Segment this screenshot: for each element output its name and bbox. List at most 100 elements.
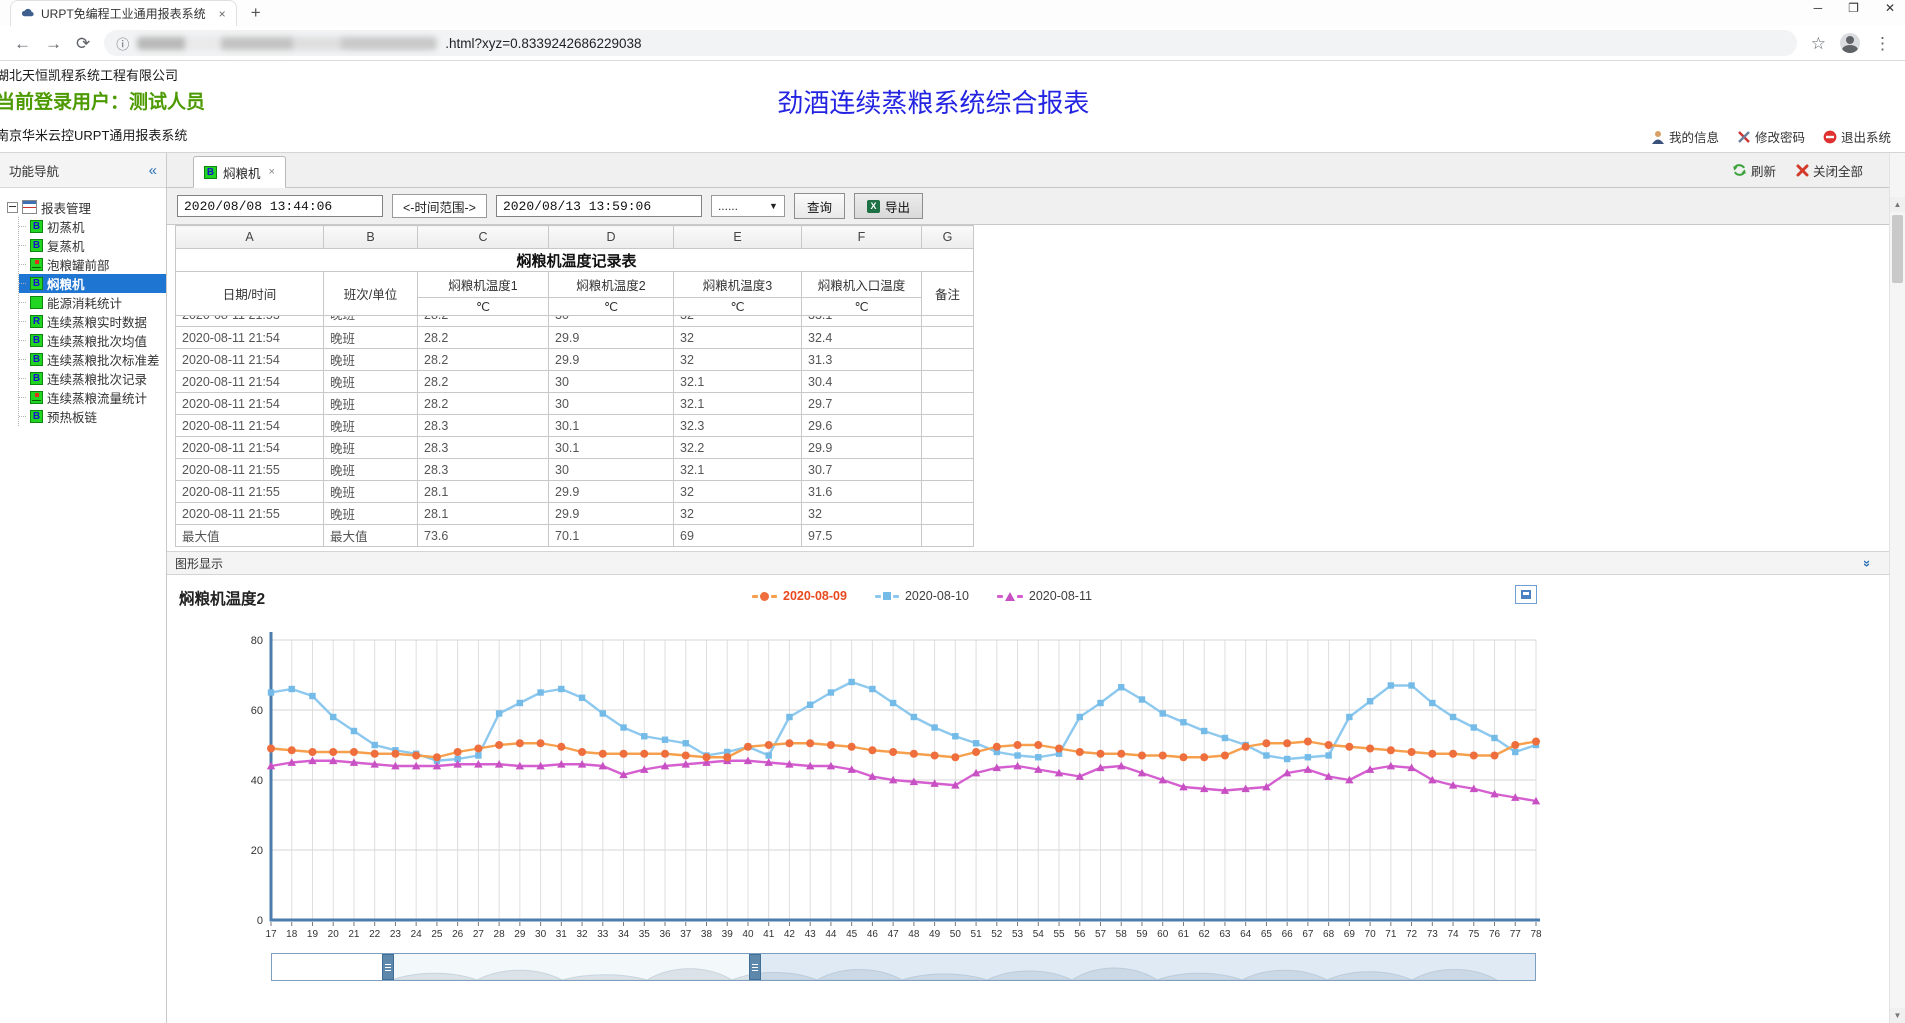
reload-button[interactable]: ⟳ xyxy=(76,35,90,52)
sidebar-item-连续蒸粮批次均值[interactable]: B连续蒸粮批次均值 xyxy=(19,331,166,350)
tab-close-icon[interactable]: × xyxy=(219,7,226,21)
start-time-input[interactable] xyxy=(177,195,383,217)
export-label: 导出 xyxy=(885,197,910,216)
nav-tree: 报表管理 B初蒸机B复蒸机泡粮罐前部B焖粮机能源消耗统计R连续蒸粮实时数据B连续… xyxy=(0,188,166,426)
report-folder-icon xyxy=(22,200,37,214)
table-cell: 32 xyxy=(674,503,802,525)
legend-item-2020-08-09[interactable]: 2020-08-09 xyxy=(752,589,847,603)
query-button[interactable]: 查询 xyxy=(794,193,845,219)
table-cell: 28.3 xyxy=(418,437,549,459)
tree-connector xyxy=(19,264,26,265)
tree-expander-icon[interactable] xyxy=(7,202,18,213)
filter-select[interactable]: ...... ▼ xyxy=(711,195,785,217)
logout-button[interactable]: 退出系统 xyxy=(1823,127,1891,146)
table-cell: 2020-08-11 21:54 xyxy=(176,327,324,349)
address-bar[interactable]: ⓘ .html?xyz=0.8339242686229038 xyxy=(104,30,1797,56)
navigator-selected-range[interactable] xyxy=(272,954,388,980)
scrollbar-up-button[interactable]: ▲ xyxy=(1890,197,1905,212)
table-cell: 32 xyxy=(674,481,802,503)
browser-menu-icon[interactable]: ⋮ xyxy=(1874,35,1891,52)
table-header-row: 日期/时间班次/单位焖粮机温度1焖粮机温度2焖粮机温度3焖粮机入口温度备注 xyxy=(176,272,974,298)
browser-tab[interactable]: URPT免编程工业通用报表系统 × xyxy=(10,0,237,26)
chart-navigator[interactable] xyxy=(271,953,1536,981)
sidebar-item-连续蒸粮实时数据[interactable]: R连续蒸粮实时数据 xyxy=(19,312,166,331)
legend-item-2020-08-10[interactable]: 2020-08-10 xyxy=(875,589,969,603)
table-cell xyxy=(922,525,974,547)
table-cell: 28.1 xyxy=(418,503,549,525)
back-button[interactable]: ← xyxy=(14,35,31,52)
change-password-button[interactable]: 修改密码 xyxy=(1737,127,1805,146)
sidebar-item-连续蒸粮流量统计[interactable]: 连续蒸粮流量统计 xyxy=(19,388,166,407)
window-minimize-button[interactable]: ─ xyxy=(1814,1,1823,15)
scrollbar-down-button[interactable]: ▼ xyxy=(1890,1008,1905,1023)
report-r-icon: R xyxy=(30,315,43,328)
sidebar-item-焖粮机[interactable]: B焖粮机 xyxy=(19,274,166,293)
close-all-button[interactable]: 关闭全部 xyxy=(1796,161,1863,180)
table-cell: 晚班 xyxy=(324,503,418,525)
table-cell: 70.1 xyxy=(549,525,674,547)
table-cell xyxy=(922,459,974,481)
table-cell: 2020-08-11 21:54 xyxy=(176,349,324,371)
sidebar-item-能源消耗统计[interactable]: 能源消耗统计 xyxy=(19,293,166,312)
svg-text:46: 46 xyxy=(867,929,879,940)
table-cell xyxy=(922,503,974,525)
table-cell: 30.1 xyxy=(549,437,674,459)
table-cell xyxy=(922,481,974,503)
window-maximize-button[interactable]: ❐ xyxy=(1848,1,1859,15)
svg-text:76: 76 xyxy=(1489,929,1501,940)
save-chart-button[interactable] xyxy=(1515,585,1537,604)
refresh-button[interactable]: 刷新 xyxy=(1732,161,1776,180)
table-cell: 69 xyxy=(674,525,802,547)
sidebar-item-复蒸机[interactable]: B复蒸机 xyxy=(19,236,166,255)
collapse-chart-chevron-icon[interactable]: » xyxy=(1860,559,1875,566)
table-cell: 32.1 xyxy=(674,459,802,481)
table-title-row: 焖粮机温度记录表 xyxy=(176,249,974,272)
end-time-input[interactable] xyxy=(496,195,702,217)
table-cell: 29.9 xyxy=(549,481,674,503)
my-info-button[interactable]: 我的信息 xyxy=(1651,127,1719,146)
bookmark-star-icon[interactable]: ☆ xyxy=(1811,35,1826,52)
unit-cell: ℃ xyxy=(674,298,802,316)
navigator-left-handle[interactable] xyxy=(382,954,394,980)
time-range-button[interactable]: <-时间范围-> xyxy=(392,194,487,218)
profile-avatar-icon[interactable] xyxy=(1840,33,1860,53)
tree-connector xyxy=(19,283,26,284)
sidebar-item-连续蒸粮批次记录[interactable]: B连续蒸粮批次记录 xyxy=(19,369,166,388)
url-text: .html?xyz=0.8339242686229038 xyxy=(445,36,641,51)
page-info-icon[interactable]: ⓘ xyxy=(116,34,129,53)
legend-item-2020-08-11[interactable]: 2020-08-11 xyxy=(997,589,1092,603)
column-header: 班次/单位 xyxy=(324,272,418,316)
page-scrollbar[interactable]: ▲ ▼ xyxy=(1889,153,1905,1023)
sidebar-collapse-icon[interactable]: « xyxy=(149,162,157,179)
tab-close-icon[interactable]: × xyxy=(269,166,275,178)
report-table: ABCDEFG焖粮机温度记录表日期/时间班次/单位焖粮机温度1焖粮机温度2焖粮机… xyxy=(175,225,974,547)
column-letter: D xyxy=(549,226,674,249)
sidebar-item-预热板链[interactable]: B预热板链 xyxy=(19,407,166,426)
company-name: 湖北天恒凯程系统工程有限公司 xyxy=(0,65,178,84)
table-row: 2020-08-11 21:55晚班28.33032.130.7 xyxy=(176,459,974,481)
sidebar-item-连续蒸粮批次标准差[interactable]: B连续蒸粮批次标准差 xyxy=(19,350,166,369)
tree-connector xyxy=(19,340,26,341)
svg-text:30: 30 xyxy=(535,929,547,940)
svg-text:61: 61 xyxy=(1178,929,1190,940)
current-user-label: 当前登录用户：测试人员 xyxy=(0,87,205,114)
export-button[interactable]: X 导出 xyxy=(854,193,923,219)
svg-text:45: 45 xyxy=(846,929,858,940)
url-redacted-blur xyxy=(137,37,437,50)
tab-menliangji[interactable]: B 焖粮机 × xyxy=(193,156,286,188)
window-close-button[interactable]: ✕ xyxy=(1885,1,1895,15)
table-cell: 73.6 xyxy=(418,525,549,547)
table-cell xyxy=(922,371,974,393)
table-cell: 2020-08-11 21:53 xyxy=(176,316,324,327)
sidebar-item-泡粮罐前部[interactable]: 泡粮罐前部 xyxy=(19,255,166,274)
tree-root-row[interactable]: 报表管理 xyxy=(7,197,166,217)
table-row: 2020-08-11 21:54晚班28.23032.129.7 xyxy=(176,393,974,415)
forward-button[interactable]: → xyxy=(45,35,62,52)
new-tab-button[interactable]: + xyxy=(251,0,261,26)
svg-text:22: 22 xyxy=(369,929,381,940)
navigator-mask-right xyxy=(755,954,1535,980)
table-cell: 晚班 xyxy=(324,371,418,393)
navigator-right-handle[interactable] xyxy=(749,954,761,980)
scrollbar-thumb[interactable] xyxy=(1892,215,1903,283)
sidebar-item-初蒸机[interactable]: B初蒸机 xyxy=(19,217,166,236)
